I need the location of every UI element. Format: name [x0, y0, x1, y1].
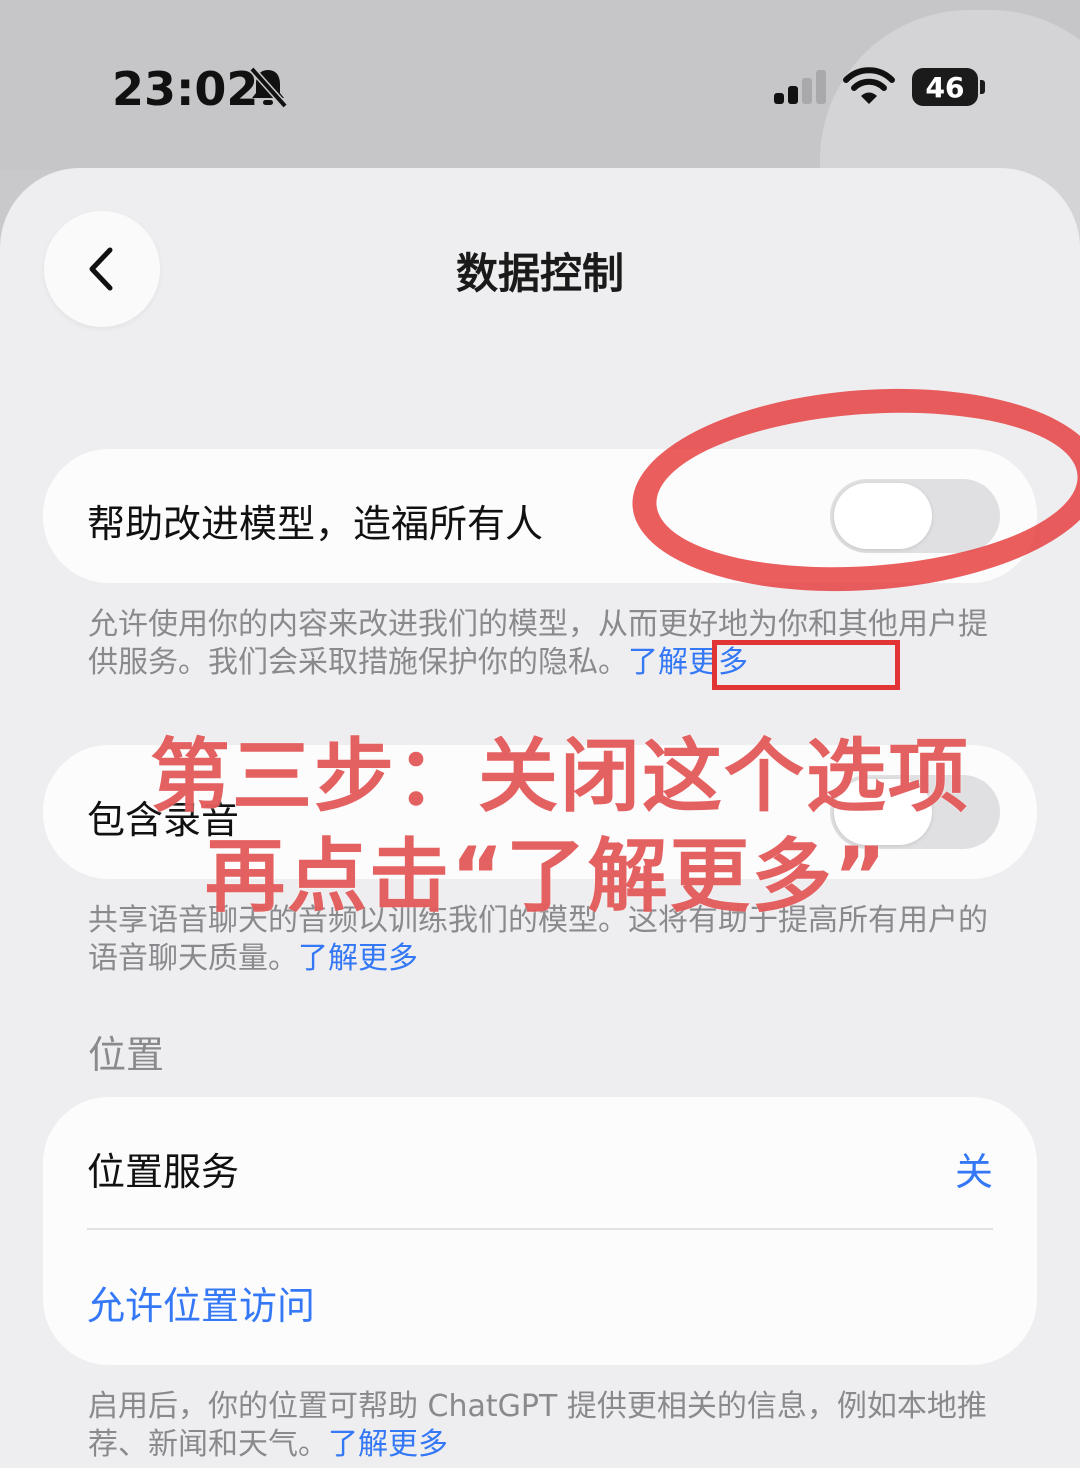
- annotation-step-text: 第三步：关闭这个选项: [150, 730, 970, 823]
- status-time: 23:02: [112, 62, 259, 116]
- location-service-value[interactable]: 关: [955, 1141, 993, 1196]
- battery-icon: 46: [912, 68, 986, 108]
- battery-level: 46: [912, 68, 978, 106]
- divider: [87, 1228, 993, 1230]
- page-title: 数据控制: [455, 249, 624, 298]
- location-service-label[interactable]: 位置服务: [87, 1141, 239, 1196]
- allow-location-access-link[interactable]: 允许位置访问: [87, 1275, 315, 1330]
- wifi-icon: [843, 67, 895, 104]
- location-learn-more-link[interactable]: 了解更多: [328, 1427, 448, 1462]
- annotation-box: [712, 640, 900, 690]
- location-card: 位置服务 关 允许位置访问: [43, 1097, 1037, 1365]
- bell-muted-icon: [249, 66, 288, 108]
- cellular-signal-icon: [774, 70, 826, 104]
- location-description: 启用后，你的位置可帮助 ChatGPT 提供更相关的信息，例如本地推荐、新闻和天…: [88, 1389, 987, 1462]
- location-section-title: 位置: [88, 1033, 165, 1077]
- include-audio-learn-more-link[interactable]: 了解更多: [298, 941, 418, 976]
- annotation-learn-more-text: 再点击“了解更多”: [205, 830, 889, 923]
- improve-model-label: 帮助改进模型，造福所有人: [87, 502, 544, 546]
